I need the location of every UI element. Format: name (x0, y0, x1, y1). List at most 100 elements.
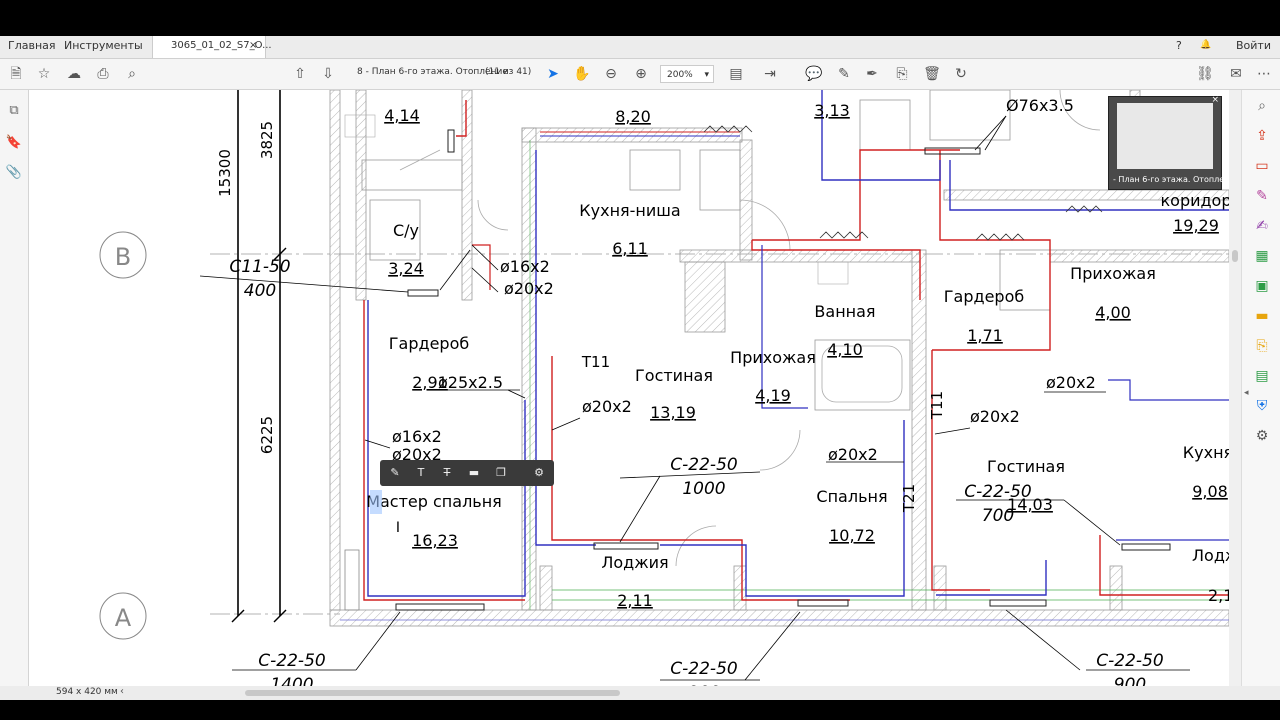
scan-icon[interactable]: ⎘ (1252, 336, 1272, 356)
create-pdf-icon[interactable]: ▭ (1252, 156, 1272, 176)
upload-cloud-icon[interactable]: ☁ (64, 64, 84, 84)
search-icon[interactable]: ⌕ (1252, 96, 1272, 116)
pipe-label: ø16х2 (392, 427, 442, 446)
previous-page-icon[interactable]: ⇧ (290, 64, 310, 84)
page-count: (11 из 41) (485, 67, 532, 77)
mail-icon[interactable]: ✉ (1226, 64, 1246, 84)
copy-icon[interactable]: ❐ (492, 464, 510, 482)
radiator-length: 1000 (682, 479, 725, 499)
radiator-length: 900 (1114, 675, 1146, 686)
excel-export-icon[interactable]: ▣ (1252, 276, 1272, 296)
scroll-left-icon[interactable]: ‹ (120, 686, 124, 697)
radiator-label: С-22-50 (964, 482, 1031, 502)
comment-icon[interactable]: ▬ (1252, 306, 1272, 326)
organize-pages-icon[interactable]: ▦ (1252, 246, 1272, 266)
room-name: Кухня (1183, 443, 1229, 462)
riser-label: Т11 (928, 391, 946, 420)
more-icon[interactable]: ⚙ (530, 464, 548, 482)
expand-right-panel-icon[interactable]: ◂ (1244, 388, 1249, 398)
comment-icon[interactable]: 💬 (804, 64, 824, 84)
thumbnail-image[interactable] (1117, 103, 1213, 169)
fill-sign-icon[interactable]: ✍ (1252, 216, 1272, 236)
room-name: Лоджия (601, 553, 668, 572)
room-area: 4,14 (384, 106, 420, 125)
highlight-icon[interactable]: ▬ (465, 464, 483, 482)
radiator-length: 700 (982, 506, 1014, 526)
pages-icon[interactable]: ⧉ (5, 102, 23, 120)
save-icon[interactable]: 🗎 (6, 64, 26, 84)
attachment-icon[interactable]: 📎 (5, 164, 23, 182)
text-markup-toolbar: ✎ T T ▬ ❐ ⚙ (380, 460, 554, 486)
room-name: Спальня (816, 487, 887, 506)
edit-pdf-icon[interactable]: ✎ (1252, 186, 1272, 206)
tools-icon[interactable]: ⚙ (1252, 426, 1272, 446)
document-tab[interactable]: 3065_01_02_S7_O... × (152, 36, 272, 58)
stamp-icon[interactable]: ⎘ (892, 64, 912, 84)
more-options-icon[interactable]: ⋯ (1254, 64, 1274, 84)
bookmark-icon[interactable]: 🔖 (5, 134, 23, 152)
protect-icon[interactable]: ⛨ (1252, 396, 1272, 416)
pipe-label: ø20х2 (582, 397, 632, 416)
export-pdf-icon[interactable]: ⇪ (1252, 126, 1272, 146)
page-thumbnail-navigator[interactable]: - План 6-го этажа. Отопление × (1108, 95, 1229, 190)
status-bar: 594 x 420 мм ‹ (0, 686, 1280, 700)
help-icon[interactable]: ? (1176, 39, 1182, 52)
zoom-select[interactable]: 200% ▾ (660, 65, 714, 83)
highlight-pen-icon[interactable]: ✎ (834, 64, 854, 84)
room-area: 3,24 (388, 259, 424, 278)
room-name: С/у (393, 221, 419, 240)
room-area: 10,72 (829, 526, 875, 545)
bell-icon[interactable]: 🔔 (1200, 40, 1211, 50)
text-selection-highlight (370, 490, 382, 514)
draw-icon[interactable]: ✒ (862, 64, 882, 84)
print-production-icon[interactable]: ▤ (1252, 366, 1272, 386)
text-icon[interactable]: T (412, 464, 430, 482)
thumbnail-caption: - План 6-го этажа. Отопление (1113, 175, 1229, 184)
room-name: Гостиная (987, 457, 1065, 476)
horizontal-scroll-thumb[interactable] (245, 690, 620, 696)
page-layout-icon[interactable]: ▤ (726, 64, 746, 84)
dimension-6225: 6225 (258, 416, 276, 454)
room-area: 16,23 (412, 531, 458, 550)
zoom-in-icon[interactable]: ⊕ (631, 64, 651, 84)
pipe-label: ø20х2 (504, 279, 554, 298)
left-navigation-panel: ⧉ 🔖 📎 (0, 90, 29, 686)
menu-home[interactable]: Главная (8, 39, 56, 52)
room-area: 3,13 (814, 101, 850, 120)
floor-plan-drawing: B A 15300 3825 6225 4,14 Кухня-ниша 6,11… (99, 90, 1229, 686)
radiator-length: 1400 (270, 675, 313, 686)
next-page-icon[interactable]: ⇩ (318, 64, 338, 84)
close-thumbnail-icon[interactable]: × (1211, 95, 1219, 105)
room-name: Прихожая (730, 348, 816, 367)
print-icon[interactable]: ⎙ (93, 64, 113, 84)
select-cursor-icon[interactable]: ➤ (543, 64, 563, 84)
hand-tool-icon[interactable]: ✋ (572, 64, 592, 84)
room-name: Гардероб (389, 334, 469, 353)
room-area: 9,08 (1192, 482, 1228, 501)
document-viewer[interactable]: B A 15300 3825 6225 4,14 Кухня-ниша 6,11… (29, 90, 1229, 686)
link-icon[interactable]: ⛓ (1195, 64, 1215, 84)
sign-in-link[interactable]: Войти (1236, 39, 1271, 52)
rotate-icon[interactable]: ↻ (951, 64, 971, 84)
strikethrough-icon[interactable]: T (438, 464, 456, 482)
vertical-scroll-thumb[interactable] (1232, 250, 1238, 262)
menu-tools[interactable]: Инструменты (64, 39, 143, 52)
room-name: Гардероб (944, 287, 1024, 306)
scroll-mode-icon[interactable]: ⇥ (760, 64, 780, 84)
pipe-label: Ø76х3.5 (1006, 96, 1074, 115)
vertical-scrollbar[interactable] (1229, 90, 1241, 686)
room-name: Мастер спальня (366, 492, 502, 511)
zoom-out-icon[interactable]: ⊖ (601, 64, 621, 84)
star-icon[interactable]: ☆ (34, 64, 54, 84)
radiator-label: С-22-50 (670, 659, 737, 679)
pen-icon[interactable]: ✎ (386, 464, 404, 482)
room-name: Кухня-ниша (579, 201, 680, 220)
room-area: 1,71 (967, 326, 1003, 345)
search-icon[interactable]: ⌕ (122, 64, 142, 84)
room-area: 6,11 (612, 239, 648, 258)
radiator-label: С11-50 (229, 257, 290, 277)
axis-label-a: A (115, 604, 132, 632)
room-area: 19,29 (1173, 216, 1219, 235)
delete-icon[interactable]: 🗑 (922, 64, 942, 84)
close-tab-icon[interactable]: × (249, 40, 257, 51)
